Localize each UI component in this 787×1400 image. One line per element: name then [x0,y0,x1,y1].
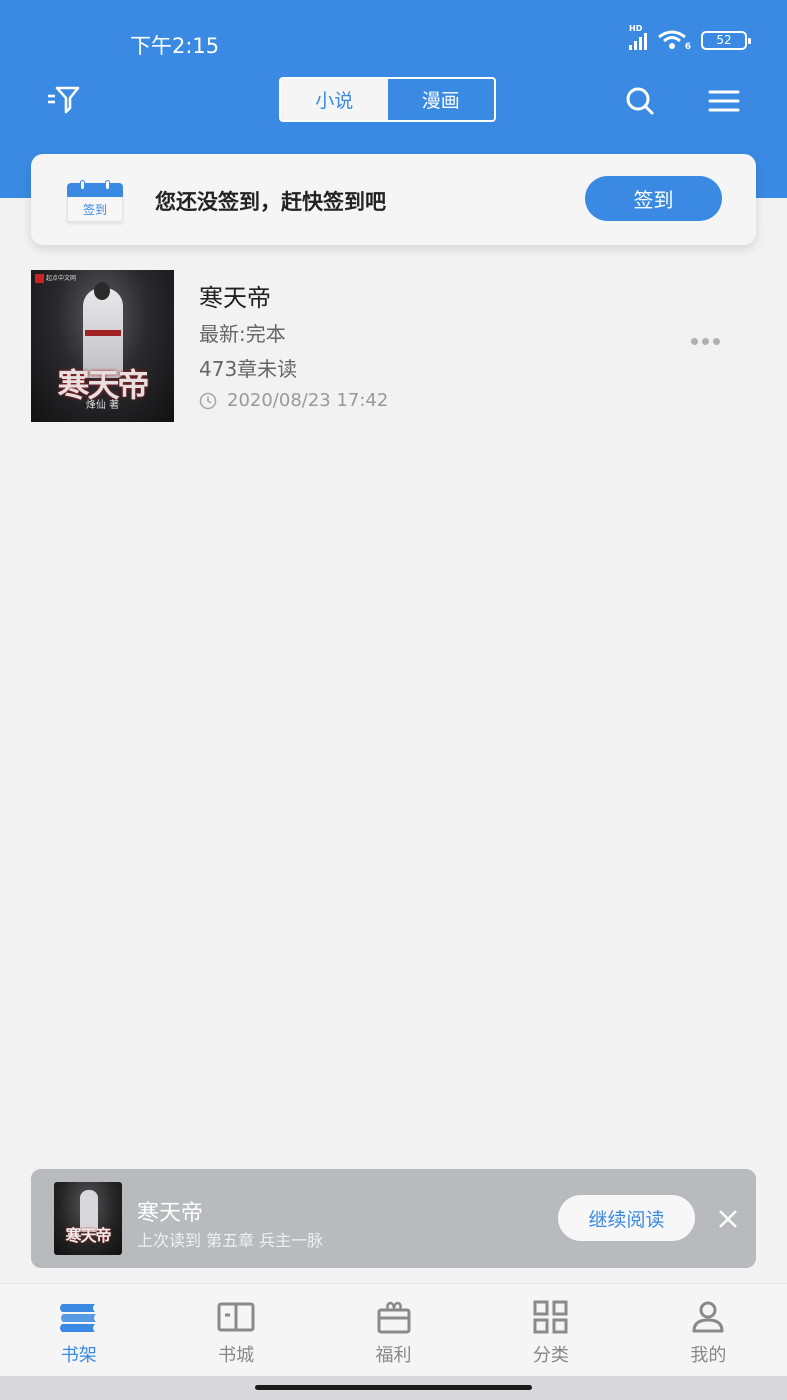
cover-figure-sash [85,330,121,336]
tab-bookshelf[interactable]: 书架 [0,1284,157,1376]
tab-mine[interactable]: 我的 [630,1284,787,1376]
calendar-icon-label: 签到 [67,197,123,222]
status-icons: HD 6 52 [629,24,751,52]
clock-icon [199,392,217,409]
bookshelf-icon [59,1304,96,1332]
gift-icon [377,1301,411,1334]
signin-message: 您还没签到，赶快签到吧 [155,190,386,214]
publisher-logo [35,274,44,283]
tab-label: 我的 [690,1345,727,1366]
book-updated: 2020/08/23 17:42 [199,390,388,411]
content-type-segmented: 小说 漫画 [279,77,496,122]
menu-button[interactable] [705,84,743,118]
tab-bookstore[interactable]: 书城 [157,1284,314,1376]
more-dot [691,338,698,345]
tab-label: 分类 [532,1345,569,1366]
signal-icon: HD [629,24,647,50]
menu-icon [708,90,740,112]
top-toolbar: 小说 漫画 [0,72,787,128]
wifi-label: 6 [684,42,691,52]
tab-welfare[interactable]: 福利 [315,1284,472,1376]
cover-figure-head [94,282,110,300]
more-dot [702,338,709,345]
status-bar: 下午2:15 HD 6 52 [0,0,787,80]
grid-icon [533,1300,568,1334]
battery-icon: 52 [701,30,751,50]
tab-comic[interactable]: 漫画 [388,79,495,120]
continue-last-read: 上次读到 第五章 兵主一脉 [137,1231,324,1250]
more-dot [713,338,720,345]
search-button[interactable] [622,84,658,118]
book-title: 寒天帝 [199,284,271,312]
tab-label: 福利 [375,1345,412,1366]
continue-reading-button[interactable]: 继续阅读 [558,1195,695,1241]
cover-author: 烽仙 著 [85,400,120,411]
battery-level: 52 [716,33,732,47]
book-updated-time: 2020/08/23 17:42 [227,390,389,411]
tab-label: 书城 [218,1345,255,1366]
book-open-icon [217,1302,255,1332]
signin-button[interactable]: 签到 [585,176,722,221]
tab-novel[interactable]: 小说 [281,79,388,120]
continue-reading-bar[interactable]: 寒天帝 寒天帝 上次读到 第五章 兵主一脉 继续阅读 [31,1169,756,1268]
signin-card: 签到 您还没签到，赶快签到吧 签到 [31,154,756,245]
filter-icon [48,86,80,114]
network-label: HD [629,24,643,33]
book-latest-chapter: 最新:完本 [199,322,286,346]
continue-cover: 寒天帝 [54,1182,122,1255]
filter-button[interactable] [44,82,82,116]
search-icon [626,87,654,115]
book-cover[interactable]: 起点中文网 寒天帝 烽仙 著 [31,270,174,422]
status-time: 下午2:15 [130,34,220,58]
bottom-tab-bar: 书架 书城 福利 分类 我的 [0,1283,787,1376]
close-button[interactable] [714,1205,742,1233]
book-list-item[interactable]: 起点中文网 寒天帝 烽仙 著 寒天帝 最新:完本 473章未读 2020/08/… [31,270,756,422]
continue-title: 寒天帝 [137,1201,204,1226]
home-indicator[interactable] [255,1385,532,1390]
cover-publisher: 起点中文网 [46,275,77,282]
wifi-icon: 6 [657,30,691,52]
book-unread-count: 473章未读 [199,357,298,381]
close-icon [719,1210,737,1228]
user-icon [692,1301,724,1333]
calendar-icon: 签到 [67,180,123,222]
more-options-button[interactable] [691,338,720,345]
tab-category[interactable]: 分类 [472,1284,629,1376]
tab-label: 书架 [60,1345,97,1366]
continue-cover-title: 寒天帝 [65,1226,111,1245]
